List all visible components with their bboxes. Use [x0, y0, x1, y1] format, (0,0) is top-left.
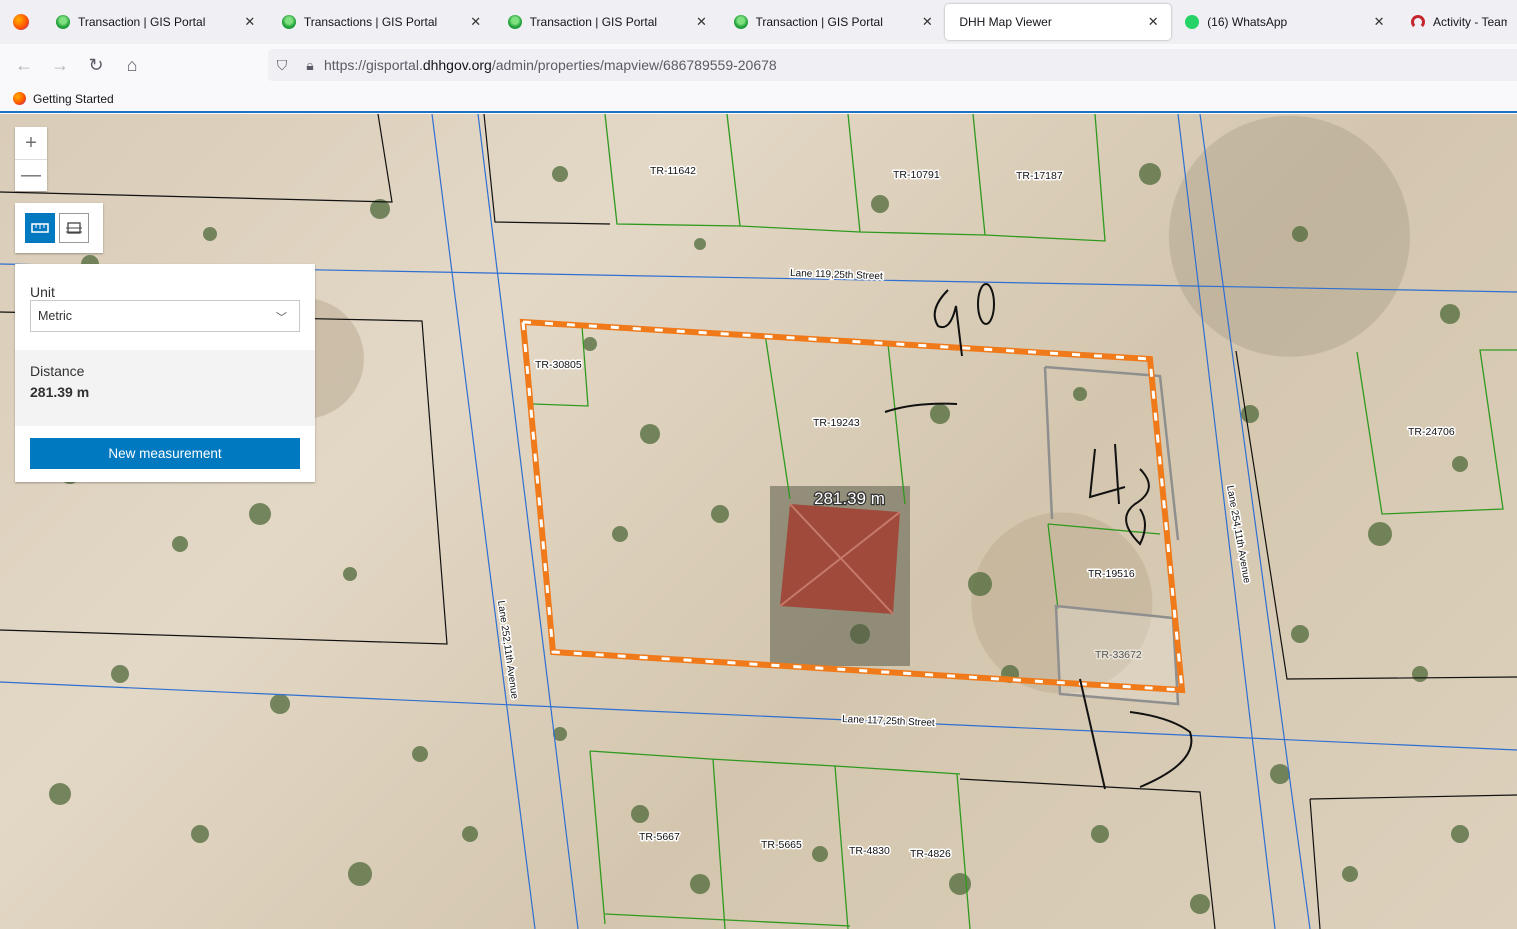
firefox-icon	[13, 92, 26, 105]
tab-strip: Transaction | GIS Portal ✕ Transactions …	[0, 0, 1517, 44]
close-tab-icon[interactable]: ✕	[1371, 14, 1387, 30]
tab-transaction-3[interactable]: Transaction | GIS Portal ✕	[720, 4, 946, 40]
unit-select[interactable]: Metric ﹀	[30, 300, 300, 332]
shield-icon[interactable]: ⛉	[268, 57, 296, 74]
gis-icon	[55, 15, 70, 29]
bookmarks-toolbar: Getting Started	[0, 86, 1517, 113]
street-label: Lane 117,25th Street	[842, 714, 935, 729]
chevron-down-icon: ﹀	[276, 312, 287, 324]
parcel-label[interactable]: TR-10791	[892, 168, 942, 183]
tab-title: Activity - Teams P	[1433, 15, 1508, 29]
house-roof	[770, 486, 910, 666]
parcel-boundaries	[0, 114, 1517, 929]
tab-title: DHH Map Viewer	[959, 15, 1052, 29]
measurement-panel: Unit Metric ﹀ Distance 281.39 m New meas…	[15, 264, 315, 482]
parcel-label[interactable]: TR-5665	[760, 838, 804, 853]
parcel-label[interactable]: TR-5667	[638, 830, 682, 845]
street-label: Lane 119,25th Street	[790, 268, 883, 282]
url-host: dhhgov.org	[422, 57, 492, 73]
back-arrow-icon[interactable]: ←	[6, 49, 42, 81]
zoom-control: + —	[15, 127, 47, 191]
close-tab-icon[interactable]: ✕	[1145, 14, 1161, 30]
distance-measure-button[interactable]	[25, 213, 55, 243]
distance-label: Distance	[30, 363, 85, 379]
parcel-label[interactable]: TR-17187	[1015, 169, 1065, 184]
tab-title: (16) WhatsApp	[1207, 15, 1288, 29]
url-path: /admin/properties/mapview/686789559-2067…	[491, 57, 777, 73]
tab-teams[interactable]: Activity - Teams P	[1397, 4, 1517, 40]
gis-icon	[281, 15, 296, 29]
distance-value: 281.39 m	[30, 384, 90, 400]
home-icon[interactable]: ⌂	[114, 49, 150, 81]
tab-title: Transaction | GIS Portal	[755, 15, 883, 29]
navigation-toolbar: ← → ↻ ⌂ ⛉ 🔒︎ https://gisportal. dhhgov.or…	[0, 44, 1517, 86]
parcel-label[interactable]: TR-19243	[812, 416, 862, 431]
map-layers: TR-11642 TR-10791 TR-17187 TR-30805 TR-1…	[0, 114, 1517, 929]
address-bar[interactable]: ⛉ 🔒︎ https://gisportal. dhhgov.org/admin/…	[268, 49, 1517, 81]
tab-whatsapp[interactable]: (16) WhatsApp ✕	[1171, 4, 1397, 40]
tab-title: Transaction | GIS Portal	[77, 15, 206, 29]
tab-title: Transactions | GIS Portal	[303, 15, 438, 29]
new-measurement-button[interactable]: New measurement	[30, 438, 300, 469]
tab-dhh-map-viewer[interactable]: DHH Map Viewer ✕	[945, 4, 1172, 40]
parcel-label[interactable]: TR-24706	[1407, 425, 1457, 440]
tab-transactions[interactable]: Transactions | GIS Portal ✕	[268, 4, 494, 40]
parcel-label[interactable]: TR-4830	[848, 844, 892, 859]
parcel-label[interactable]: TR-4826	[909, 847, 953, 862]
firefox-menu-icon[interactable]	[0, 0, 42, 44]
area-measure-button[interactable]	[59, 213, 89, 243]
unit-label: Unit	[30, 284, 55, 300]
zoom-out-button[interactable]: —	[15, 159, 47, 191]
url-prefix: https://gisportal.	[324, 57, 423, 73]
parcel-label[interactable]: TR-11642	[649, 164, 698, 179]
unit-select-value: Metric	[38, 309, 73, 323]
measure-tool-toggle	[15, 203, 103, 253]
tab-transaction-2[interactable]: Transaction | GIS Portal ✕	[494, 4, 720, 40]
parcel-label[interactable]: TR-30805	[534, 358, 584, 373]
close-tab-icon[interactable]: ✕	[694, 14, 710, 30]
zoom-in-button[interactable]: +	[15, 127, 47, 159]
measurement-label: 281.39 m	[814, 489, 885, 508]
map-view[interactable]: TR-11642 TR-10791 TR-17187 TR-30805 TR-1…	[0, 114, 1517, 929]
lock-icon[interactable]: 🔒︎	[296, 57, 324, 74]
bookmark-getting-started[interactable]: Getting Started	[33, 92, 114, 106]
road-lines	[0, 114, 1517, 929]
distance-result: Distance 281.39 m	[15, 350, 315, 426]
close-tab-icon[interactable]: ✕	[242, 14, 258, 30]
teams-icon	[1411, 15, 1426, 29]
close-tab-icon[interactable]: ✕	[919, 14, 935, 30]
gis-icon	[733, 15, 748, 29]
ruler-icon	[31, 223, 49, 233]
parcel-label[interactable]: TR-33672	[1094, 648, 1144, 663]
reload-icon[interactable]: ↻	[78, 49, 114, 81]
forward-arrow-icon[interactable]: →	[42, 49, 78, 81]
gis-icon	[507, 15, 522, 29]
tab-transaction-1[interactable]: Transaction | GIS Portal ✕	[42, 4, 268, 40]
close-tab-icon[interactable]: ✕	[468, 14, 484, 30]
whatsapp-icon	[1185, 15, 1200, 29]
parcel-label[interactable]: TR-19516	[1087, 567, 1137, 582]
area-icon	[66, 222, 82, 234]
tab-title: Transaction | GIS Portal	[529, 15, 658, 29]
green-parcels	[532, 114, 1517, 929]
street-label: Lane 252,11th Avenue	[495, 600, 520, 700]
